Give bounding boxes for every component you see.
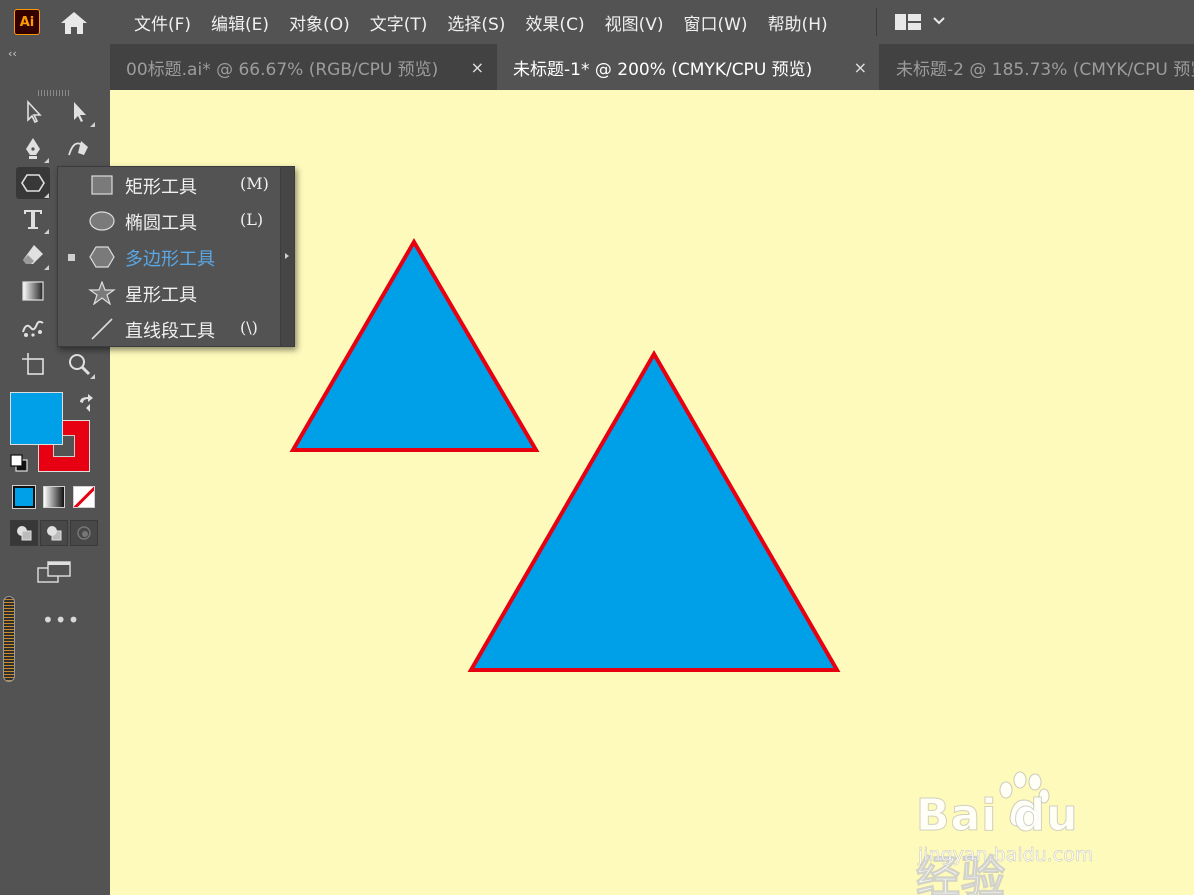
rectangle-icon	[91, 175, 113, 195]
current-tool-bullet	[68, 254, 75, 261]
artboard-tool[interactable]	[16, 348, 50, 380]
star-icon	[88, 281, 116, 305]
symbol-sprayer-icon	[22, 320, 44, 337]
zoom-tool[interactable]	[62, 348, 96, 380]
menu-type[interactable]: 文字(T)	[370, 10, 428, 35]
flyout-shortcut: (M)	[240, 174, 269, 193]
more-tools-indicator	[44, 193, 49, 198]
flyout-label: 星形工具	[125, 285, 197, 306]
selection-arrow-icon	[27, 99, 42, 124]
draw-behind-button[interactable]	[40, 520, 68, 546]
baidu-jingyan-watermark: Bai du 经验 jingyan.baidu.com	[916, 770, 1136, 895]
eraser-icon	[23, 245, 43, 264]
curvature-tool[interactable]	[62, 132, 96, 164]
watermark-url: jingyan.baidu.com	[918, 844, 1094, 867]
draw-inside-icon	[77, 526, 91, 540]
collapse-panel-icon[interactable]: ‹‹	[8, 47, 17, 60]
polygon-tool[interactable]	[16, 167, 50, 199]
default-fill-stroke-icon[interactable]	[10, 454, 28, 472]
symbol-sprayer-tool[interactable]	[16, 311, 50, 343]
flyout-label: 矩形工具	[125, 177, 197, 198]
tab-document-untitled-1[interactable]: 未标题-1* @ 200% (CMYK/CPU 预览) ×	[497, 44, 879, 90]
flyout-shortcut: (\)	[240, 318, 258, 337]
polygon-icon	[89, 246, 115, 268]
selection-tool[interactable]	[16, 96, 50, 128]
more-tools-indicator	[44, 158, 49, 163]
flyout-item-polygon[interactable]: 多边形工具	[58, 239, 280, 275]
swap-fill-stroke-icon[interactable]	[76, 394, 96, 414]
menu-list: 文件(F) 编辑(E) 对象(O) 文字(T) 选择(S) 效果(C) 视图(V…	[134, 0, 848, 44]
flyout-item-ellipse[interactable]: 椭圆工具 (L)	[58, 203, 280, 239]
more-tools-indicator	[44, 265, 49, 270]
tab-title: 00标题.ai* @ 66.67% (RGB/CPU 预览)	[126, 59, 439, 80]
artboard-icon	[22, 353, 44, 375]
more-tools-indicator	[44, 229, 49, 234]
large-triangle[interactable]	[467, 350, 841, 672]
app-logo: Ai	[14, 9, 40, 35]
direct-selection-arrow-icon	[74, 102, 86, 122]
toolbar-scroll-handle[interactable]	[3, 596, 15, 682]
gradient-tool[interactable]	[16, 275, 50, 307]
workspace-switcher-icon[interactable]	[894, 12, 922, 32]
color-mode-button[interactable]	[12, 485, 36, 509]
menu-select[interactable]: 选择(S)	[447, 10, 505, 35]
close-icon[interactable]: ×	[854, 58, 867, 77]
curvature-pen-icon	[68, 141, 88, 156]
shape-tools-flyout: 矩形工具 (M) 椭圆工具 (L) 多边形工具 星形工具 直线段工具 (\)	[57, 166, 295, 347]
direct-selection-tool[interactable]	[62, 96, 96, 128]
gradient-icon	[22, 281, 44, 301]
menu-help[interactable]: 帮助(H)	[768, 10, 828, 35]
type-tool[interactable]	[16, 203, 50, 235]
flyout-item-line-segment[interactable]: 直线段工具 (\)	[58, 311, 280, 347]
menu-file[interactable]: 文件(F)	[134, 10, 191, 35]
tab-title: 未标题-1* @ 200% (CMYK/CPU 预览)	[513, 59, 813, 80]
screen-mode-icon[interactable]	[36, 559, 72, 585]
draw-behind-icon	[47, 526, 62, 541]
menu-effect[interactable]: 效果(C)	[525, 10, 584, 35]
menu-object[interactable]: 对象(O)	[289, 10, 350, 35]
flyout-item-star[interactable]: 星形工具	[58, 275, 280, 311]
flyout-label: 多边形工具	[125, 249, 215, 270]
flyout-label: 椭圆工具	[125, 213, 197, 234]
watermark-brand: Bai du 经验	[916, 790, 1079, 895]
menu-window[interactable]: 窗口(W)	[683, 10, 747, 35]
edit-toolbar-button[interactable]: •••	[42, 608, 80, 632]
illustrator-window: Ai 文件(F) 编辑(E) 对象(O) 文字(T) 选择(S) 效果(C) 视…	[0, 0, 1194, 895]
draw-normal-icon	[17, 526, 32, 541]
type-icon	[24, 210, 42, 229]
small-triangle[interactable]	[289, 238, 540, 452]
menu-divider	[876, 8, 877, 36]
line-segment-icon	[91, 318, 113, 340]
tab-title: 未标题-2 @ 185.73% (CMYK/CPU 预览)	[896, 59, 1194, 80]
zoom-magnifier-icon	[69, 354, 91, 376]
draw-normal-button[interactable]	[10, 520, 38, 546]
draw-inside-button[interactable]	[70, 520, 98, 546]
fill-color-swatch[interactable]	[10, 392, 63, 445]
flyout-tearoff-bar[interactable]	[280, 167, 294, 346]
none-mode-button[interactable]	[73, 486, 95, 508]
flyout-shortcut: (L)	[240, 210, 264, 229]
more-tools-indicator	[90, 122, 95, 127]
tab-document-untitled-2[interactable]: 未标题-2 @ 185.73% (CMYK/CPU 预览)	[880, 44, 1194, 90]
menu-bar: Ai 文件(F) 编辑(E) 对象(O) 文字(T) 选择(S) 效果(C) 视…	[0, 0, 1194, 44]
menu-edit[interactable]: 编辑(E)	[211, 10, 269, 35]
menu-view[interactable]: 视图(V)	[605, 10, 664, 35]
pen-tool[interactable]	[16, 132, 50, 164]
ellipse-icon	[89, 211, 115, 231]
flyout-item-rectangle[interactable]: 矩形工具 (M)	[58, 167, 280, 203]
pen-icon	[26, 138, 40, 159]
tab-document-00[interactable]: 00标题.ai* @ 66.67% (RGB/CPU 预览) ×	[110, 44, 496, 90]
polygon-icon	[21, 174, 45, 192]
home-icon[interactable]	[58, 9, 90, 37]
eraser-tool[interactable]	[16, 239, 50, 271]
gradient-mode-button[interactable]	[43, 486, 65, 508]
chevron-down-icon[interactable]	[932, 14, 946, 28]
close-icon[interactable]: ×	[471, 58, 484, 77]
flyout-label: 直线段工具	[125, 321, 215, 342]
more-tools-indicator	[90, 374, 95, 379]
